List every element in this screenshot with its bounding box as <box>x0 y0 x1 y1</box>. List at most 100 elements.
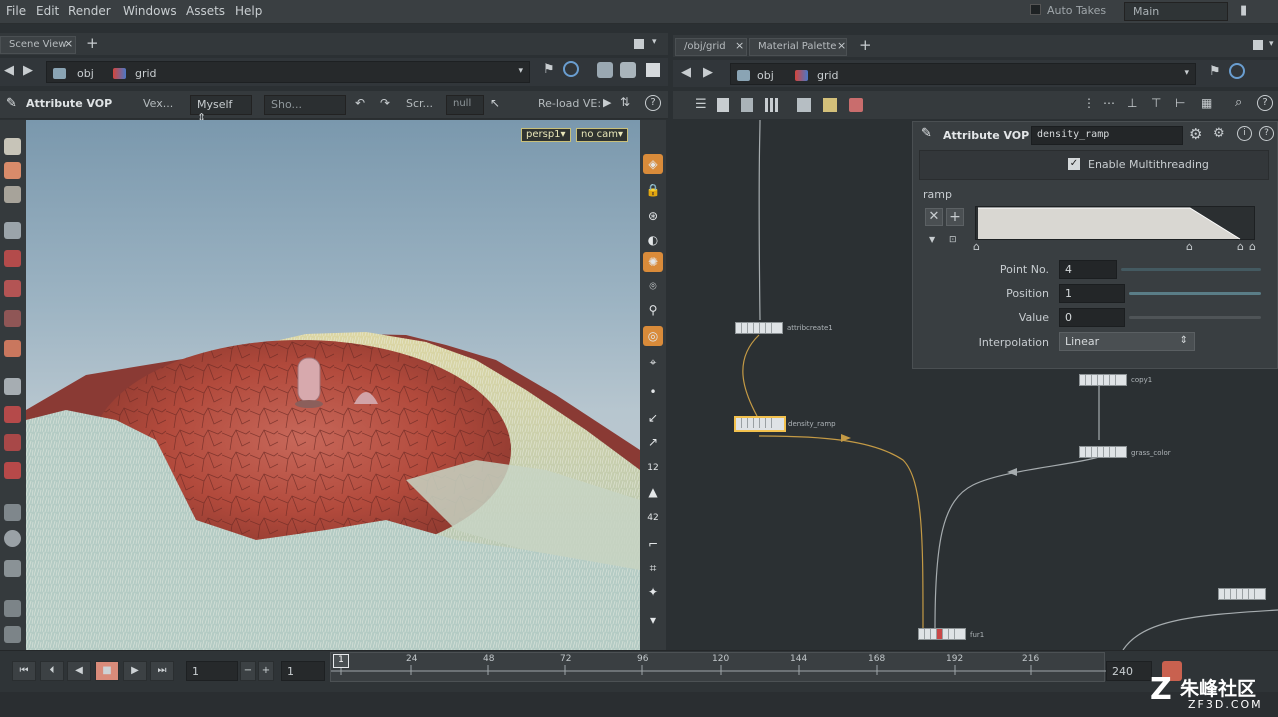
lock-icon[interactable] <box>4 560 21 577</box>
scene-viewport[interactable]: persp1▾ no cam▾ <box>26 120 640 650</box>
ramp-key-icon[interactable]: ⌂ <box>1186 240 1193 253</box>
back-icon[interactable]: ◀ <box>681 65 691 80</box>
point-no-field[interactable]: 4 <box>1059 260 1117 279</box>
decrement-icon[interactable]: − <box>240 661 256 681</box>
menu-help[interactable]: Help <box>235 4 262 18</box>
record-icon[interactable] <box>4 530 21 547</box>
frame-field[interactable]: 1 <box>281 661 325 681</box>
grid-view-icon[interactable] <box>765 98 779 112</box>
help-icon[interactable]: ? <box>1257 95 1273 111</box>
value-field[interactable]: 0 <box>1059 308 1125 327</box>
handle-icon[interactable] <box>4 340 21 357</box>
pin-icon[interactable]: ⚑ <box>543 62 555 77</box>
close-tab-icon[interactable]: × <box>735 39 744 52</box>
scroll-down-icon[interactable]: ▾ <box>643 610 663 630</box>
lock-camera-icon[interactable]: 🔒 <box>643 180 663 200</box>
help-icon[interactable]: ? <box>645 95 661 111</box>
add-tab-icon[interactable]: + <box>859 36 872 54</box>
snapshot-icon[interactable] <box>620 62 636 78</box>
vector-icon[interactable]: ↗ <box>643 432 663 452</box>
brush-icon[interactable] <box>4 138 21 155</box>
normal-icon[interactable]: ↙ <box>643 408 663 428</box>
pane-layout-icon[interactable] <box>1253 40 1263 50</box>
camera-icon[interactable] <box>4 626 21 643</box>
sticky-note-icon[interactable] <box>823 98 837 112</box>
node-fur1[interactable] <box>918 628 966 640</box>
bounding-icon[interactable]: ⌗ <box>643 558 663 578</box>
add-point-button[interactable]: + <box>946 208 964 226</box>
path-dropdown-icon[interactable]: ▾ <box>1184 68 1189 78</box>
scale-icon[interactable] <box>4 310 21 327</box>
forward-icon[interactable]: ▶ <box>703 65 713 80</box>
link-icon[interactable] <box>563 61 579 77</box>
show-field[interactable]: Sho... <box>264 95 346 115</box>
link-icon[interactable] <box>1229 63 1245 79</box>
display-options-icon[interactable] <box>597 62 613 78</box>
point-icon[interactable]: • <box>643 382 663 402</box>
pin-icon[interactable]: ⚑ <box>1209 64 1221 79</box>
background-icon[interactable]: ⌾ <box>643 276 663 296</box>
ramp-key-icon[interactable]: ⌂ <box>1237 240 1244 253</box>
ramp-key-icon[interactable]: ⌂ <box>1249 240 1256 253</box>
search-icon[interactable]: ⌕ <box>1235 95 1242 110</box>
visibility-icon[interactable] <box>4 504 21 521</box>
move-icon[interactable] <box>4 250 21 267</box>
vex-button[interactable]: Vex... <box>143 97 173 110</box>
timeline-ruler[interactable]: 1 24 48 72 96 120 144 168 192 216 <box>330 652 1106 682</box>
close-tab-icon[interactable]: × <box>837 39 846 52</box>
cursor-icon[interactable]: ↖ <box>490 96 500 110</box>
frame-start-field[interactable]: 1 <box>186 661 238 681</box>
pane-menu-icon[interactable]: ▾ <box>652 37 657 47</box>
align-vertical-icon[interactable]: ⋮ <box>1083 96 1095 110</box>
position-field[interactable]: 1 <box>1059 284 1125 303</box>
play-forward-icon[interactable]: ▶ <box>123 661 147 681</box>
maximize-icon[interactable]: ▮ <box>1240 3 1247 18</box>
path-field[interactable]: obj grid ▾ <box>730 63 1196 85</box>
myself-dropdown[interactable]: Myself ⇕ <box>190 95 252 124</box>
image-icon[interactable] <box>797 98 811 112</box>
tree-view-icon[interactable]: ☰ <box>695 97 707 112</box>
jump-end-icon[interactable]: ⏭ <box>150 661 174 681</box>
add-tab-icon[interactable]: + <box>86 34 99 52</box>
menu-file[interactable]: File <box>6 4 26 18</box>
back-icon[interactable]: ◀ <box>4 63 14 78</box>
expand-icon[interactable]: ▼ <box>929 235 935 244</box>
prim-number-icon[interactable]: 42 <box>643 508 663 528</box>
camera-view-icon[interactable] <box>646 63 660 77</box>
layout-branch-icon[interactable]: ⊤ <box>1151 96 1161 110</box>
script-button[interactable]: Scr... <box>406 97 433 110</box>
close-tab-icon[interactable]: × <box>64 37 73 50</box>
undo-icon[interactable]: ↶ <box>355 96 365 110</box>
magnet-alt-icon[interactable] <box>4 434 21 451</box>
node-copy1[interactable] <box>1079 374 1127 386</box>
layer-icon[interactable]: ⌖ <box>643 352 663 372</box>
node-name-field[interactable]: density_ramp <box>1031 126 1183 145</box>
point-no-slider[interactable] <box>1121 268 1261 271</box>
point-number-icon[interactable]: 12 <box>643 458 663 478</box>
auto-takes-toggle[interactable]: Auto Takes <box>1030 4 1106 17</box>
node-grass-color[interactable] <box>1079 446 1127 458</box>
help-icon[interactable]: ? <box>1259 126 1274 141</box>
grid-snap-icon[interactable]: ▦ <box>1201 96 1212 110</box>
forward-icon[interactable]: ▶ <box>23 63 33 78</box>
info-icon[interactable]: i <box>1237 126 1252 141</box>
multithreading-checkbox[interactable]: ✓ <box>1068 158 1080 170</box>
path-field[interactable]: obj grid ▾ <box>46 61 530 83</box>
align-horizontal-icon[interactable]: ⋯ <box>1103 96 1115 110</box>
current-frame-marker[interactable]: 1 <box>333 654 349 668</box>
redo-icon[interactable]: ↷ <box>380 96 390 110</box>
no-cam-dropdown[interactable]: no cam▾ <box>576 128 629 142</box>
wireframe-icon[interactable]: ◎ <box>643 326 663 346</box>
path-dropdown-icon[interactable]: ▾ <box>518 66 523 76</box>
pane-menu-icon[interactable]: ▾ <box>1269 39 1274 49</box>
magnet-icon[interactable] <box>4 406 21 423</box>
pin-display-icon[interactable]: ⚲ <box>643 300 663 320</box>
remove-point-button[interactable]: ✕ <box>925 208 943 226</box>
shading-icon[interactable]: ◐ <box>643 230 663 250</box>
split-view-icon[interactable] <box>741 98 753 112</box>
gear-icon[interactable]: ⚙ <box>1189 125 1202 143</box>
menu-render[interactable]: Render <box>68 4 111 18</box>
sort-icon[interactable]: ⇅ <box>620 95 630 109</box>
pane-layout-icon[interactable] <box>634 39 644 49</box>
ramp-options-icon[interactable]: ⊡ <box>949 235 957 245</box>
